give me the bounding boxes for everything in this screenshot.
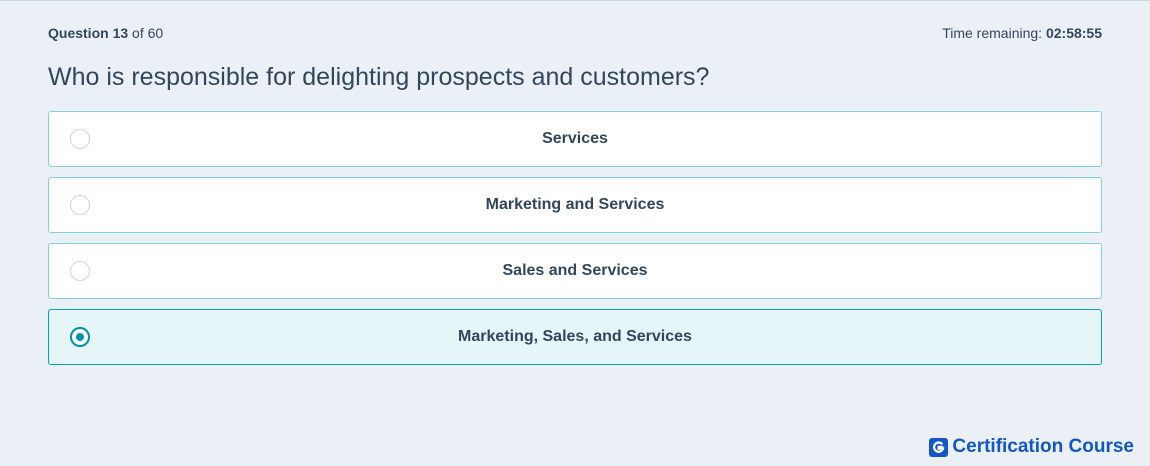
brand-name: Certification Course: [952, 436, 1134, 457]
time-remaining: Time remaining: 02:58:55: [942, 25, 1102, 41]
question-text: Who is responsible for delighting prospe…: [48, 63, 710, 91]
quiz-header: Question 13 of 60 Time remaining: 02:58:…: [48, 23, 1102, 43]
question-number: 13: [112, 25, 129, 41]
answer-option-3[interactable]: Sales and Services: [48, 243, 1102, 299]
radio-button[interactable]: [70, 195, 90, 215]
question-total: of 60: [132, 25, 164, 41]
g-logo-icon: [929, 437, 949, 457]
answer-label: Marketing and Services: [485, 196, 665, 213]
timer-label: Time remaining:: [942, 25, 1043, 41]
answer-label: Sales and Services: [502, 262, 648, 279]
timer-value: 02:58:55: [1045, 25, 1102, 41]
question-counter: Question 13 of 60: [48, 25, 163, 41]
radio-button-selected[interactable]: [70, 327, 90, 347]
answer-label: Services: [542, 130, 608, 147]
radio-button[interactable]: [70, 129, 90, 149]
answer-option-2[interactable]: Marketing and Services: [48, 177, 1102, 233]
answer-label: Marketing, Sales, and Services: [458, 328, 692, 345]
radio-button[interactable]: [70, 261, 90, 281]
brand-watermark: Certification Course: [929, 436, 1134, 458]
question-word: Question: [48, 25, 109, 41]
answer-options: Services Marketing and Services Sales an…: [48, 111, 1102, 375]
answer-option-1[interactable]: Services: [48, 111, 1102, 167]
answer-option-4[interactable]: Marketing, Sales, and Services: [48, 309, 1102, 365]
